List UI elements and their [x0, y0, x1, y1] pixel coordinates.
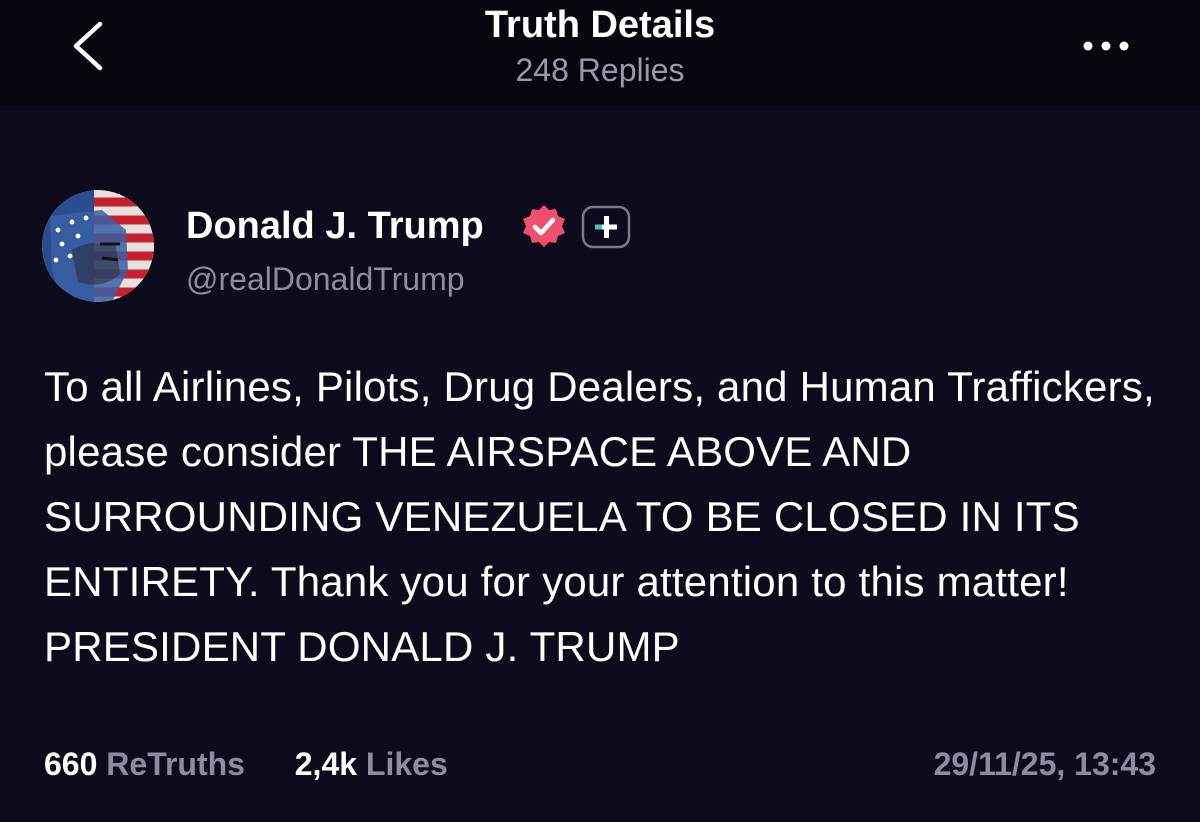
likes-label: Likes	[365, 746, 448, 782]
post-timestamp: 29/11/25, 13:43	[933, 746, 1156, 782]
verified-badge-icon	[520, 203, 568, 251]
more-options-button[interactable]	[1078, 28, 1134, 64]
likes-stat[interactable]: 2,4k Likes	[295, 746, 448, 782]
retruths-count: 660	[44, 746, 98, 782]
retruths-stat[interactable]: 660 ReTruths	[44, 746, 254, 782]
more-horizontal-icon	[1083, 41, 1129, 51]
author-name[interactable]: Donald J. Trump	[186, 202, 484, 250]
post-body-text: To all Airlines, Pilots, Drug Dealers, a…	[44, 363, 1155, 670]
plus-badge-icon	[581, 205, 631, 249]
page-title: Truth Details	[484, 4, 716, 46]
top-navigation-bar: Truth Details 248 Replies	[0, 0, 1200, 106]
author-handle[interactable]: @realDonaldTrump	[186, 258, 465, 300]
avatar[interactable]	[42, 190, 154, 302]
likes-count: 2,4k	[294, 746, 358, 782]
replies-count[interactable]: 248 Replies	[0, 50, 1200, 90]
avatar-image	[42, 190, 154, 302]
truth-details-screen: Truth Details 248 Replies Donald J. Trum…	[0, 0, 1200, 822]
post-stats: 660 ReTruths 2,4k Likes	[44, 742, 448, 786]
retruths-label: ReTruths	[106, 746, 245, 782]
